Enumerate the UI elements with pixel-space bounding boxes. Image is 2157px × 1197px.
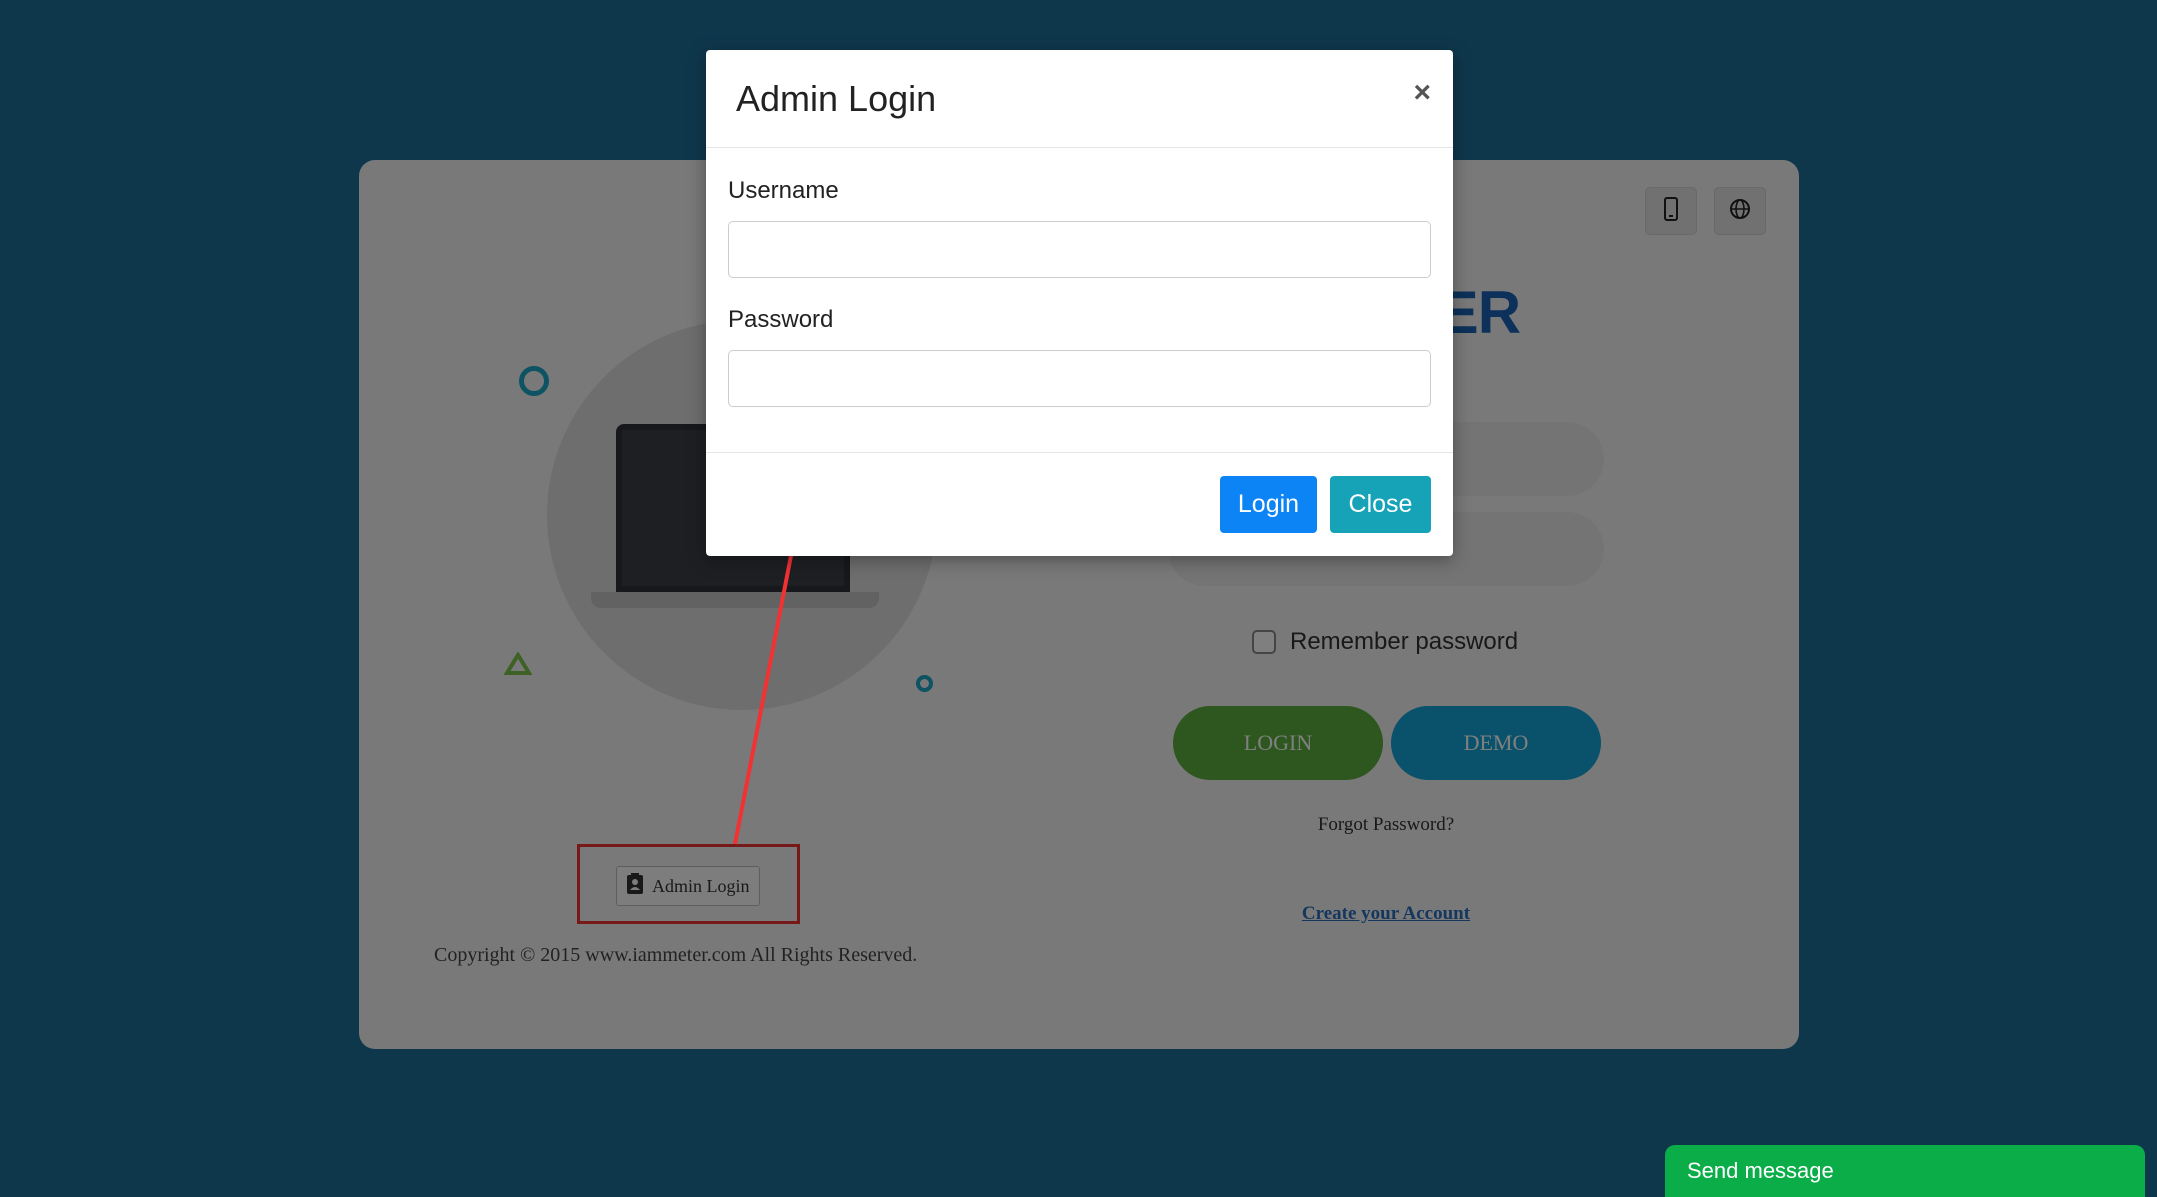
modal-login-button[interactable]: Login xyxy=(1220,476,1317,533)
password-input[interactable] xyxy=(728,350,1431,407)
send-message-label: Send message xyxy=(1687,1158,1834,1183)
modal-footer-divider xyxy=(706,452,1453,453)
modal-close-button[interactable]: Close xyxy=(1330,476,1431,533)
username-label: Username xyxy=(728,177,839,204)
modal-header: Admin Login × xyxy=(706,50,1453,148)
password-label: Password xyxy=(728,306,834,333)
send-message-widget[interactable]: Send message xyxy=(1665,1145,2145,1197)
username-input[interactable] xyxy=(728,221,1431,278)
admin-login-modal: Admin Login × Username Password Login Cl… xyxy=(706,50,1453,556)
modal-title: Admin Login xyxy=(736,78,937,119)
modal-close-icon[interactable]: × xyxy=(1413,78,1431,108)
